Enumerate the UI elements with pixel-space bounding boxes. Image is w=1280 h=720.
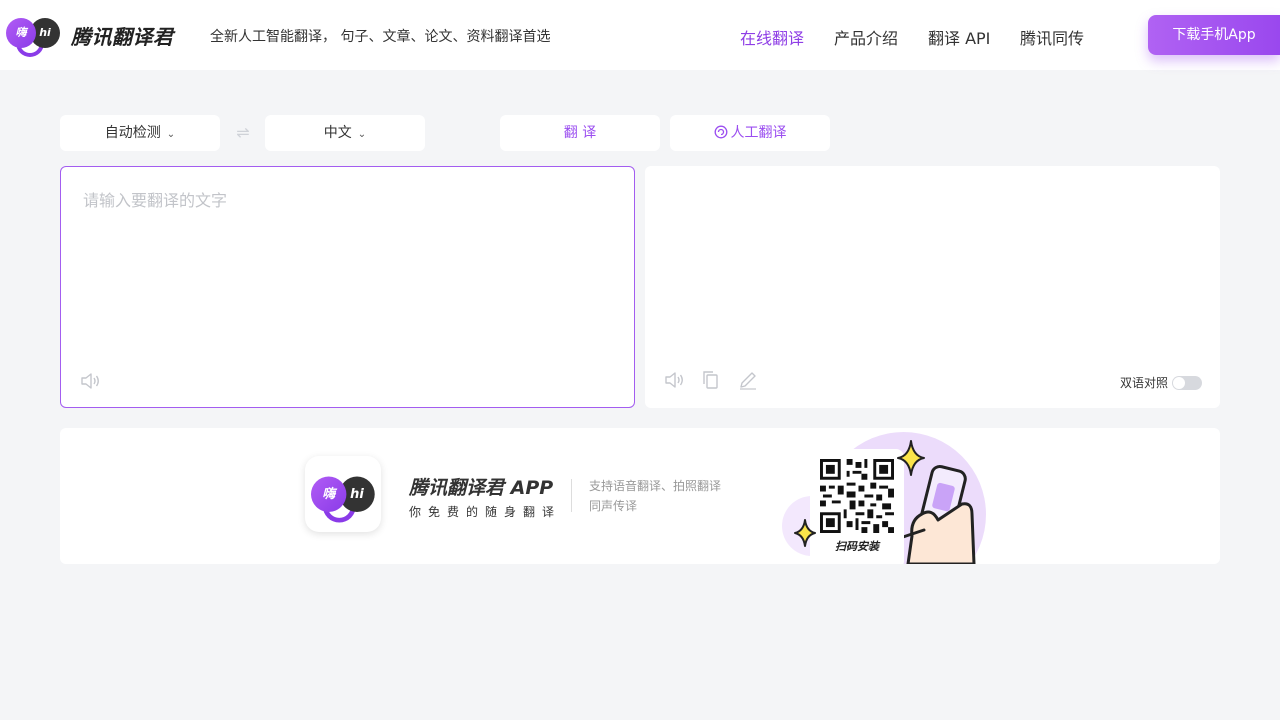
divider <box>571 479 572 512</box>
feature-item: 同声传译 <box>589 499 638 513</box>
human-translate-button[interactable]: 人工翻译 <box>670 115 830 151</box>
sparkle-icon <box>794 519 816 547</box>
speaker-icon[interactable] <box>663 369 685 391</box>
source-language-select[interactable]: 自动检测 ⌄ <box>60 115 220 151</box>
speaker-icon[interactable] <box>79 370 101 392</box>
source-text-panel <box>60 166 635 408</box>
target-text-panel: 双语对照 <box>645 166 1220 408</box>
feature-list: 支持语音翻译、拍照翻译 同声传译 <box>589 476 749 516</box>
chevron-down-icon: ⌄ <box>166 129 176 140</box>
target-language-label: 中文 <box>323 125 352 141</box>
translate-button-label: 翻 译 <box>563 125 597 141</box>
qr-code-icon <box>820 459 894 533</box>
hand-holding-phone-icon <box>898 465 976 564</box>
app-icon: 嗨 hi <box>305 456 381 532</box>
source-language-label: 自动检测 <box>104 125 161 141</box>
swap-languages-icon[interactable]: ⇌ <box>231 123 255 143</box>
nav-online-translate[interactable]: 在线翻译 <box>740 25 804 49</box>
feature-item: 支持语音翻译、拍照翻译 <box>589 479 722 493</box>
toggle-knob <box>1173 377 1185 389</box>
sparkle-icon <box>897 440 925 476</box>
app-promo-banner: 嗨 hi 腾讯翻译君 APP 你免费的随身翻译 支持语音翻译、拍照翻译 同声传译… <box>60 428 1220 564</box>
logo-icon[interactable]: 嗨 hi <box>6 15 60 57</box>
app-subtitle: 你免费的随身翻译 <box>409 505 562 519</box>
human-translate-label: 人工翻译 <box>730 125 787 141</box>
slogan: 全新人工智能翻译， 句子、文章、论文、资料翻译首选 <box>210 29 551 45</box>
brand-name[interactable]: 腾讯翻译君 <box>71 21 174 50</box>
translate-button[interactable]: 翻 译 <box>500 115 660 151</box>
app-logo-icon: 嗨 hi <box>311 473 375 523</box>
target-language-select[interactable]: 中文 ⌄ <box>265 115 425 151</box>
copy-icon[interactable] <box>700 369 722 391</box>
edit-pencil-icon[interactable] <box>737 369 759 391</box>
source-text-input[interactable] <box>83 187 603 337</box>
nav-translate-api[interactable]: 翻译 API <box>928 25 990 49</box>
qr-code-card[interactable]: 扫码安装 <box>810 449 904 564</box>
logo-left-bubble: 嗨 <box>6 18 36 48</box>
logo-left-bubble: 嗨 <box>311 476 347 512</box>
qr-caption: 扫码安装 <box>835 540 879 553</box>
download-app-button[interactable]: 下载手机App <box>1148 15 1280 55</box>
nav-product-intro[interactable]: 产品介绍 <box>834 25 898 49</box>
bilingual-label: 双语对照 <box>1120 376 1169 390</box>
chevron-down-icon: ⌄ <box>357 129 367 140</box>
top-header: 嗨 hi 腾讯翻译君 全新人工智能翻译， 句子、文章、论文、资料翻译首选 在线翻… <box>0 0 1280 70</box>
bilingual-toggle[interactable] <box>1172 376 1202 390</box>
human-translate-icon <box>714 125 727 139</box>
app-title: 腾讯翻译君 APP <box>409 477 554 499</box>
nav-tencent-simultaneous[interactable]: 腾讯同传 <box>1020 25 1084 49</box>
